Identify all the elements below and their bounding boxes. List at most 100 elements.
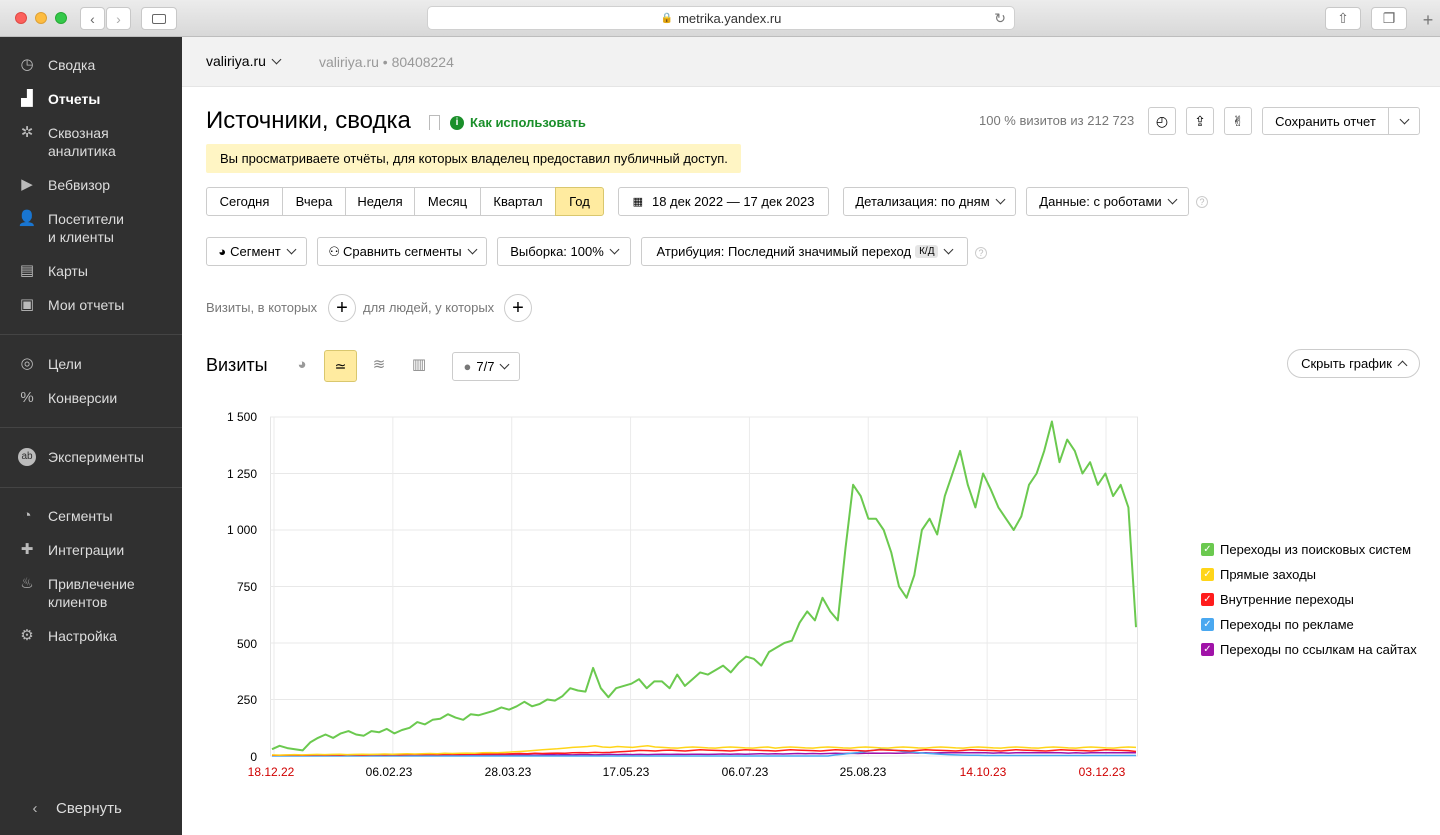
sidebar-collapse-button[interactable]: ‹ Свернуть — [0, 800, 182, 818]
sidebar-item-conversions[interactable]: % Конверсии — [0, 389, 182, 407]
sidebar-item-label: Интеграции — [48, 542, 125, 558]
tabs-button[interactable]: ❐ — [1371, 7, 1407, 30]
new-tab-button[interactable]: + — [1418, 10, 1438, 30]
share-button[interactable]: ⇧ — [1325, 7, 1361, 30]
segment-dropdown[interactable]: ◕ Сегмент — [206, 237, 307, 266]
line-chart-type-button[interactable]: ≃ — [324, 350, 357, 382]
how-to-use-link[interactable]: i Как использовать — [450, 115, 586, 130]
sidebar-item-integrations[interactable]: ✚ Интеграции — [0, 541, 182, 559]
line-chart-icon: ≃ — [334, 357, 347, 374]
legend-item-links[interactable]: ✓ Переходы по ссылкам на сайтах — [1201, 642, 1417, 657]
date-range-picker[interactable]: ▦ 18 дек 2022 — 17 дек 2023 — [618, 187, 829, 216]
period-label: Неделя — [357, 194, 403, 209]
history-button[interactable]: ◴ — [1148, 107, 1176, 135]
legend-item-search[interactable]: ✓ Переходы из поисковых систем — [1201, 542, 1411, 557]
checkbox-icon: ✓ — [1201, 643, 1214, 656]
period-label: Сегодня — [219, 194, 270, 209]
feedback-button[interactable]: ✌ — [1224, 107, 1252, 135]
notice-text: Вы просматриваете отчёты, для которых вл… — [220, 151, 728, 166]
checkbox-icon: ✓ — [1201, 593, 1214, 606]
sidebar-item-label: Сегменты — [48, 508, 113, 524]
forward-button[interactable]: › — [106, 7, 131, 30]
period-quarter[interactable]: Квартал — [480, 187, 556, 216]
sidebar-item-acquisition[interactable]: ♨ Привлечение клиентов — [0, 575, 182, 611]
series-line-0[interactable] — [271, 420, 1137, 752]
pie-icon: ◕ — [297, 355, 307, 373]
compare-segments-dropdown[interactable]: ⚇ Сравнить сегменты — [317, 237, 487, 266]
legend-item-ads[interactable]: ✓ Переходы по рекламе — [1201, 617, 1354, 632]
column-chart-icon: ▥ — [411, 356, 427, 373]
sample-label: Выборка: 100% — [510, 244, 604, 259]
chevron-down-icon — [944, 244, 954, 255]
help-icon[interactable]: ? — [975, 247, 987, 259]
back-button[interactable]: ‹ — [80, 7, 105, 30]
visits-line-chart[interactable] — [270, 415, 1138, 765]
sidebar-item-label: Конверсии — [48, 390, 118, 406]
legend-label: Переходы по рекламе — [1220, 617, 1354, 632]
checkbox-icon: ✓ — [1201, 568, 1214, 581]
legend-label: Переходы по ссылкам на сайтах — [1220, 642, 1417, 657]
chevron-down-icon — [286, 244, 297, 255]
y-tick-label: 1 250 — [226, 467, 257, 481]
people-condition-label: для людей, у которых — [363, 300, 495, 315]
sidebar-item-visitors[interactable]: 👤 Посетители и клиенты — [0, 210, 182, 246]
detail-dropdown[interactable]: Детализация: по дням — [843, 187, 1016, 216]
period-yesterday[interactable]: Вчера — [282, 187, 346, 216]
bookmark-icon[interactable] — [429, 115, 440, 130]
site-secondary: valiriya.ru — [319, 54, 379, 70]
chevron-right-icon: › — [116, 10, 121, 27]
comment-icon: ● — [463, 359, 472, 374]
public-access-notice: Вы просматриваете отчёты, для которых вл… — [206, 144, 741, 173]
attribution-label: Атрибуция: Последний значимый переход — [656, 244, 912, 259]
maximize-window-button[interactable] — [55, 12, 67, 24]
period-year[interactable]: Год — [555, 187, 604, 216]
y-tick-label: 1 500 — [226, 410, 257, 424]
inbox-icon: ▣ — [19, 296, 35, 313]
x-tick-label: 18.12.22 — [247, 765, 295, 779]
sidebar-item-summary[interactable]: ◷ Сводка — [0, 56, 182, 74]
attribution-dropdown[interactable]: Атрибуция: Последний значимый переход К/… — [641, 237, 968, 266]
sidebar-item-webvisor[interactable]: ▶ Вебвизор — [0, 176, 182, 194]
sidebar-item-reports[interactable]: ▟ Отчеты — [0, 90, 182, 108]
x-tick-label: 06.07.23 — [721, 765, 769, 779]
plus-icon: + — [512, 296, 524, 319]
robots-dropdown[interactable]: Данные: с роботами — [1026, 187, 1189, 216]
sidebar-item-experiments[interactable]: ab Эксперименты — [0, 448, 182, 466]
site-selector[interactable]: valiriya.ru — [206, 53, 282, 69]
save-options-button[interactable] — [1388, 107, 1420, 135]
pie-chart-type-button[interactable]: ◕ — [288, 350, 316, 378]
sidebar-item-end-to-end-analytics[interactable]: ✲ Сквозная аналитика — [0, 124, 182, 160]
sidebar-item-label: Мои отчеты — [48, 297, 125, 313]
sidebar-item-my-reports[interactable]: ▣ Мои отчеты — [0, 296, 182, 314]
hide-chart-label: Скрыть график — [1301, 356, 1392, 371]
period-week[interactable]: Неделя — [345, 187, 415, 216]
period-today[interactable]: Сегодня — [206, 187, 283, 216]
minimize-window-button[interactable] — [35, 12, 47, 24]
sidebar-item-segments[interactable]: ◔ Сегменты — [0, 507, 182, 525]
period-month[interactable]: Месяц — [414, 187, 481, 216]
hide-chart-button[interactable]: Скрыть график — [1287, 349, 1420, 378]
add-people-condition-button[interactable]: + — [504, 294, 532, 322]
annotations-dropdown[interactable]: ● 7/7 — [452, 352, 520, 381]
sidebar-item-goals[interactable]: ◎ Цели — [0, 355, 182, 373]
sidebar-item-maps[interactable]: ▤ Карты — [0, 262, 182, 280]
help-icon[interactable]: ? — [1196, 196, 1208, 208]
close-window-button[interactable] — [15, 12, 27, 24]
area-chart-type-button[interactable]: ≋ — [365, 350, 393, 378]
reload-icon[interactable]: ↻ — [994, 10, 1006, 27]
sample-dropdown[interactable]: Выборка: 100% — [497, 237, 631, 266]
sidebar-toggle-button[interactable] — [141, 7, 177, 30]
legend-item-direct[interactable]: ✓ Прямые заходы — [1201, 567, 1316, 582]
address-bar[interactable]: 🔒 metrika.yandex.ru ↻ — [427, 6, 1015, 30]
calendar-icon: ▦ — [632, 196, 643, 208]
column-chart-type-button[interactable]: ▥ — [405, 350, 433, 378]
export-button[interactable]: ⇪ — [1186, 107, 1214, 135]
play-icon: ▶ — [21, 176, 33, 193]
how-to-use-label: Как использовать — [470, 115, 586, 130]
save-report-button[interactable]: Сохранить отчет — [1262, 107, 1389, 135]
add-visit-condition-button[interactable]: + — [328, 294, 356, 322]
legend-item-internal[interactable]: ✓ Внутренние переходы — [1201, 592, 1354, 607]
page-title: Источники, сводка — [206, 107, 411, 134]
sidebar-item-settings[interactable]: ⚙ Настройка — [0, 627, 182, 645]
counter-id: 80408224 — [391, 54, 454, 70]
